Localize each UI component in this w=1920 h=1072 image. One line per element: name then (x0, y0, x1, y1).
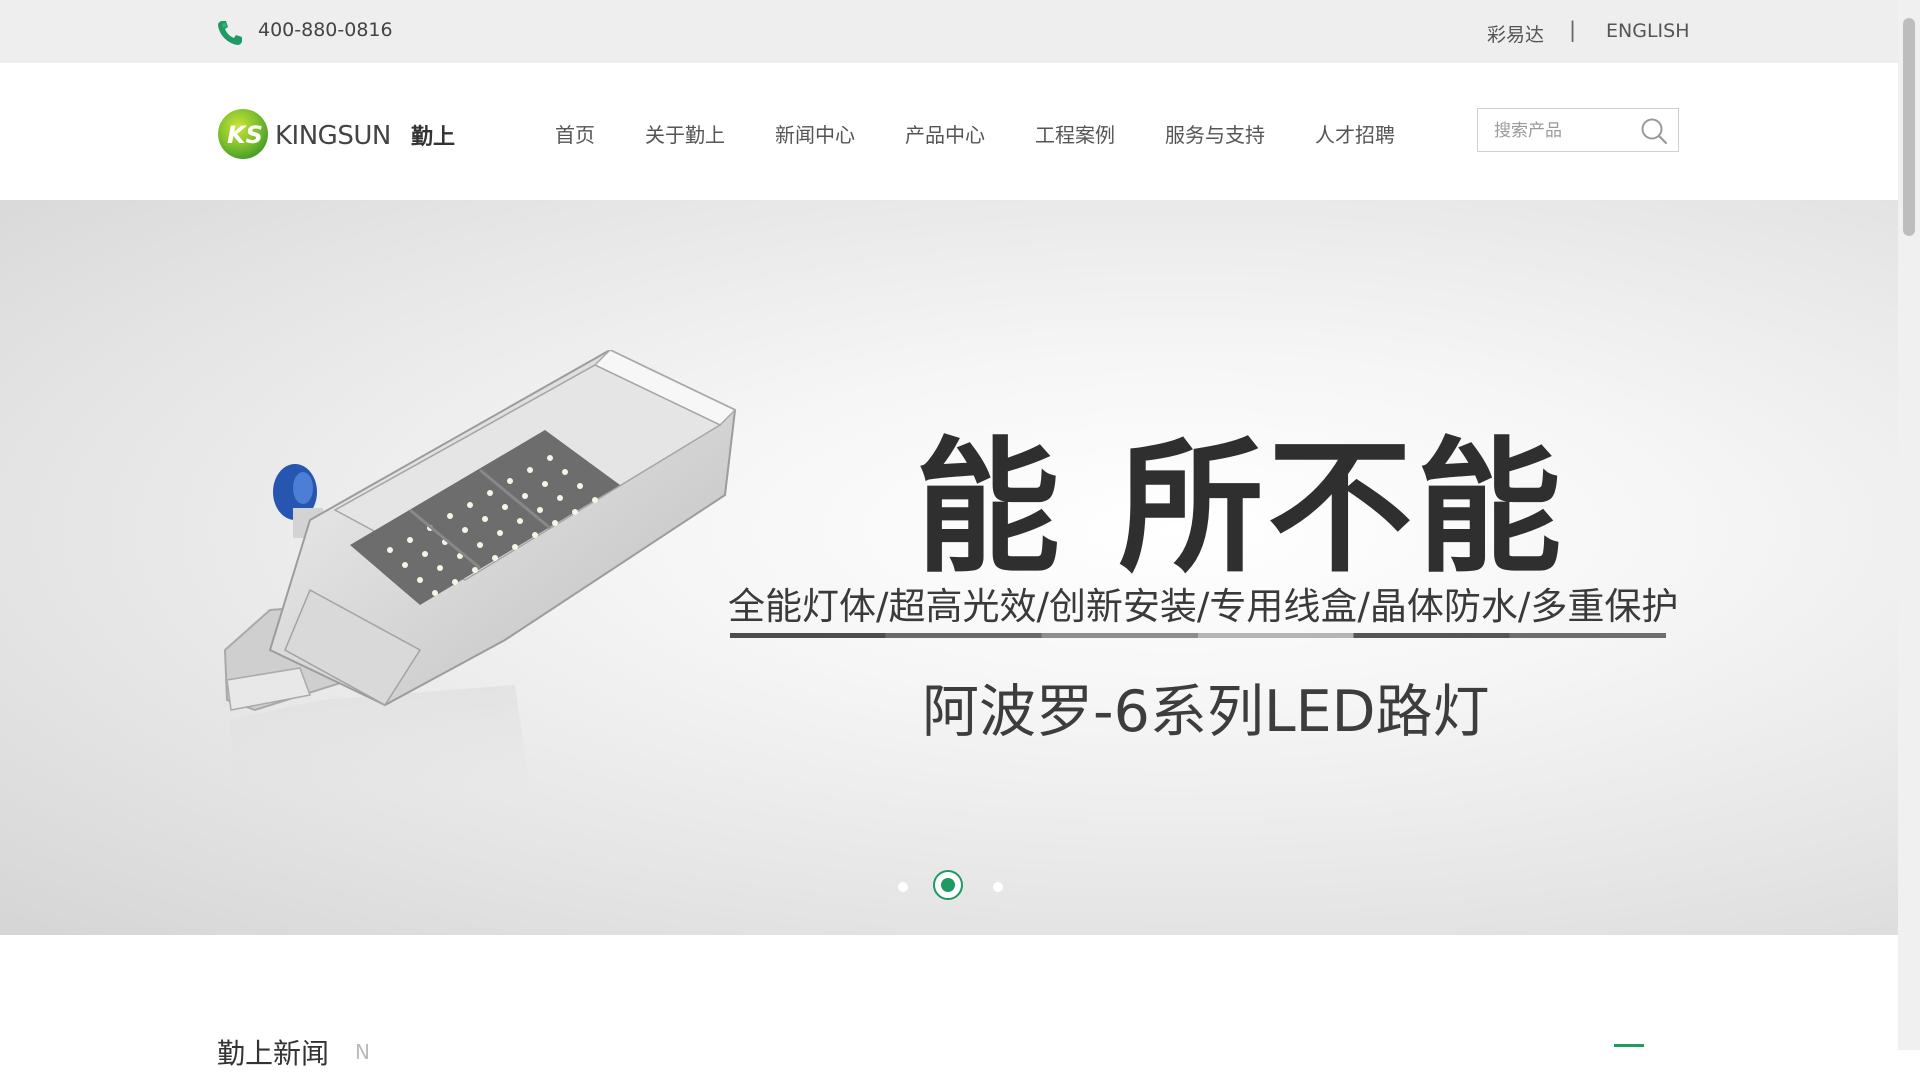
phone-icon (218, 21, 242, 45)
svg-text:勤上: 勤上 (411, 124, 455, 150)
scrollbar-thumb[interactable] (1903, 18, 1915, 236)
banner-product-series: 阿波罗-6系列LED路灯 (922, 679, 1490, 745)
lang-separator: | (1569, 18, 1577, 42)
svg-text:KINGSUN: KINGSUN (275, 121, 391, 151)
hero-banner[interactable]: 能 所不能 全能灯体/超高光效/创新安装/专用线盒/晶体防水/多重保护 阿波罗-… (0, 200, 1898, 935)
carousel-dot-3[interactable] (993, 882, 1003, 892)
top-bar: 400-880-0816 彩易达 | ENGLISH (0, 0, 1898, 63)
svg-text:KS: KS (227, 121, 263, 149)
search-icon[interactable] (1640, 117, 1668, 145)
nav-item-about[interactable]: 关于勤上 (645, 119, 725, 148)
search-input[interactable] (1492, 117, 1636, 145)
news-more-link[interactable] (1614, 1044, 1644, 1053)
news-section-subtitle: N (355, 1040, 370, 1064)
nav-item-news[interactable]: 新闻中心 (775, 119, 855, 148)
lang-english-link[interactable]: ENGLISH (1606, 20, 1689, 42)
banner-features: 全能灯体/超高光效/创新安装/专用线盒/晶体防水/多重保护 (728, 585, 1679, 628)
page-scrollbar[interactable] (1898, 0, 1920, 1050)
phone-number: 400-880-0816 (258, 19, 393, 41)
banner-headline: 能 所不能 (915, 424, 1566, 593)
nav-item-cases[interactable]: 工程案例 (1035, 119, 1115, 148)
nav-item-careers[interactable]: 人才招聘 (1315, 119, 1395, 148)
nav-item-support[interactable]: 服务与支持 (1165, 119, 1265, 148)
street-lamp-image (223, 350, 737, 790)
carousel-dot-1[interactable] (898, 882, 908, 892)
lang-chinese-link[interactable]: 彩易达 (1487, 20, 1544, 47)
carousel-dot-2-active[interactable] (933, 870, 963, 900)
kingsun-logo[interactable]: KS KINGSUN 勤上 (217, 107, 457, 161)
nav-item-products[interactable]: 产品中心 (905, 119, 985, 148)
carousel-dots (895, 870, 1015, 904)
banner-divider (730, 633, 1666, 638)
search-box (1477, 108, 1679, 152)
nav-item-home[interactable]: 首页 (555, 119, 595, 148)
news-section-title: 勤上新闻 (217, 1037, 330, 1070)
site-header: KS KINGSUN 勤上 首页 关于勤上 新闻中心 产品中心 工程案例 服务与… (0, 63, 1898, 200)
